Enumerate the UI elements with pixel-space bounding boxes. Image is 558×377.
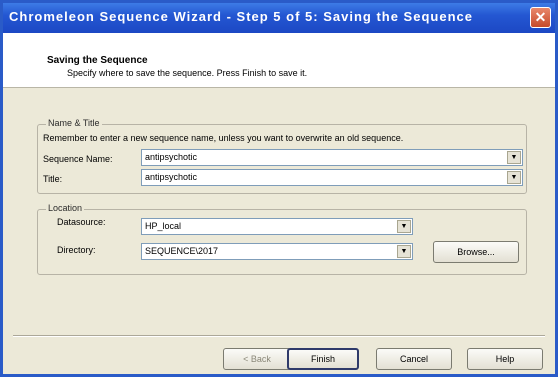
name-hint-text: Remember to enter a new sequence name, u… [43, 133, 404, 143]
back-button[interactable]: < Back [223, 348, 291, 370]
sequence-name-combo[interactable]: antipsychotic ▼ [141, 149, 523, 166]
wizard-window: Chromeleon Sequence Wizard - Step 5 of 5… [0, 0, 558, 377]
location-group-label: Location [46, 203, 85, 213]
footer-separator [13, 335, 545, 337]
close-icon: ✕ [534, 9, 547, 25]
sequence-name-label: Sequence Name: [43, 154, 113, 164]
directory-label: Directory: [57, 245, 96, 255]
datasource-label: Datasource: [57, 217, 106, 227]
page-subtitle: Specify where to save the sequence. Pres… [67, 68, 308, 78]
datasource-combo[interactable]: HP_local ▼ [141, 218, 413, 235]
browse-button[interactable]: Browse... [433, 241, 519, 263]
directory-combo[interactable]: SEQUENCE\2017 ▼ [141, 243, 413, 260]
datasource-dropdown-icon[interactable]: ▼ [397, 220, 411, 233]
title-value: antipsychotic [145, 172, 198, 182]
title-bar[interactable]: Chromeleon Sequence Wizard - Step 5 of 5… [3, 3, 555, 33]
sequence-name-dropdown-icon[interactable]: ▼ [507, 151, 521, 164]
window-title: Chromeleon Sequence Wizard - Step 5 of 5… [9, 9, 473, 24]
finish-button[interactable]: Finish [287, 348, 359, 370]
sequence-name-value: antipsychotic [145, 152, 198, 162]
help-button[interactable]: Help [467, 348, 543, 370]
cancel-button[interactable]: Cancel [376, 348, 452, 370]
title-combo[interactable]: antipsychotic ▼ [141, 169, 523, 186]
directory-dropdown-icon[interactable]: ▼ [397, 245, 411, 258]
page-title: Saving the Sequence [47, 55, 148, 66]
datasource-value: HP_local [145, 221, 182, 231]
wizard-header: Saving the Sequence Specify where to sav… [3, 33, 555, 88]
title-dropdown-icon[interactable]: ▼ [507, 171, 521, 184]
directory-value: SEQUENCE\2017 [145, 246, 219, 256]
name-title-group-label: Name & Title [46, 118, 102, 128]
title-label: Title: [43, 174, 63, 184]
close-button[interactable]: ✕ [530, 7, 551, 28]
